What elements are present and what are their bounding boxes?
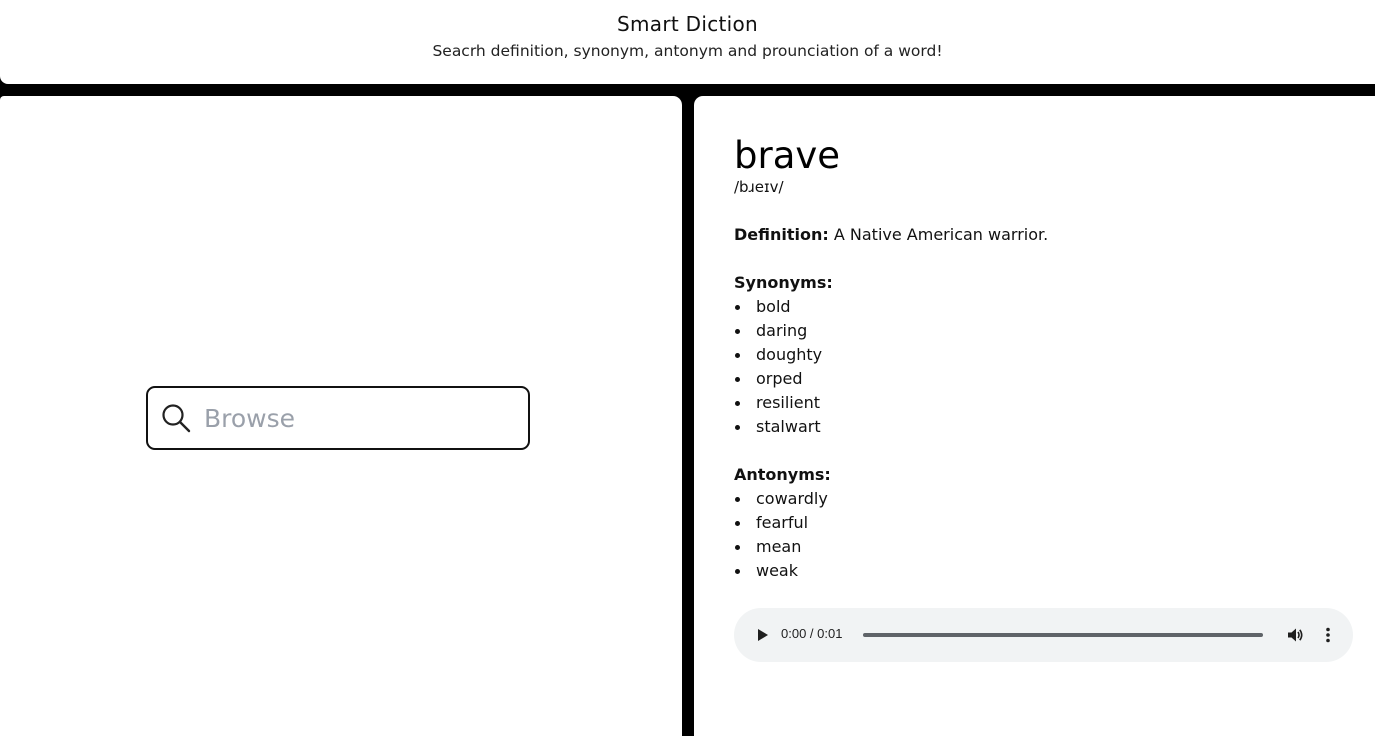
volume-icon[interactable] <box>1285 625 1305 645</box>
synonyms-list: bold daring doughty orped resilient stal… <box>734 295 822 439</box>
synonym-item: daring <box>734 319 822 343</box>
search-input[interactable] <box>204 398 514 438</box>
antonym-item: fearful <box>734 511 828 535</box>
app-subtitle: Seacrh definition, synonym, antonym and … <box>432 42 943 60</box>
result-panel: brave /bɹeɪv/ Definition: A Native Ameri… <box>694 96 1375 736</box>
search-box[interactable] <box>146 386 530 450</box>
synonym-item: resilient <box>734 391 822 415</box>
time-display: 0:00 / 0:01 <box>781 626 843 641</box>
definition-text: A Native American warrior. <box>833 225 1049 244</box>
antonyms-label: Antonyms: <box>734 465 831 484</box>
phonetic-text: /bɹeɪv/ <box>734 178 784 196</box>
definition: Definition: A Native American warrior. <box>734 225 1048 244</box>
more-vert-icon[interactable] <box>1318 625 1338 645</box>
synonym-item: bold <box>734 295 822 319</box>
play-icon[interactable] <box>752 625 772 645</box>
antonyms-list: cowardly fearful mean weak <box>734 487 828 583</box>
synonym-item: stalwart <box>734 415 822 439</box>
antonym-item: weak <box>734 559 828 583</box>
app-title: Smart Diction <box>616 12 759 36</box>
antonym-item: cowardly <box>734 487 828 511</box>
synonym-item: orped <box>734 367 822 391</box>
result-word: brave <box>734 134 841 177</box>
app-header: Smart Diction Seacrh definition, synonym… <box>0 0 1375 84</box>
audio-player[interactable]: 0:00 / 0:01 <box>734 608 1353 662</box>
synonyms-label: Synonyms: <box>734 273 833 292</box>
search-icon[interactable] <box>160 402 192 434</box>
antonym-item: mean <box>734 535 828 559</box>
synonym-item: doughty <box>734 343 822 367</box>
progress-slider[interactable] <box>863 633 1263 637</box>
search-panel <box>0 96 682 736</box>
definition-label: Definition: <box>734 225 829 244</box>
